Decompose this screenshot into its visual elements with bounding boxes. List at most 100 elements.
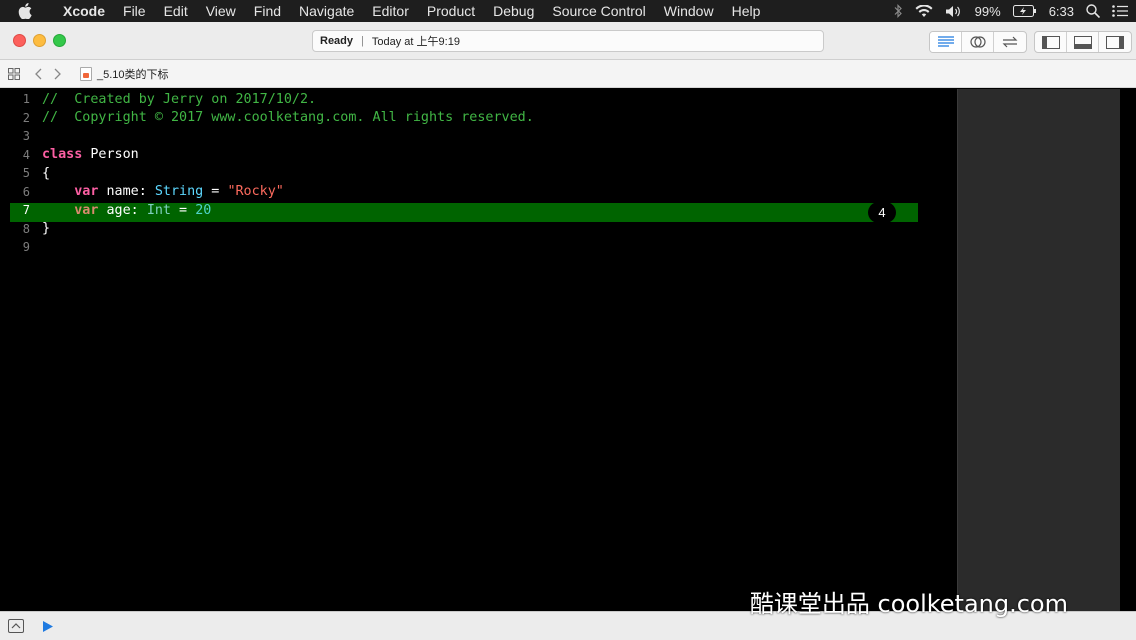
standard-editor-button[interactable] [930, 32, 962, 52]
line-number: 8 [22, 221, 30, 236]
swift-file-icon [80, 66, 92, 81]
editor-scrollbar[interactable] [1120, 89, 1136, 611]
code-token: // Created by Jerry on 2017/10/2. [42, 91, 317, 107]
menu-find[interactable]: Find [245, 3, 290, 19]
menu-edit[interactable]: Edit [155, 3, 197, 19]
utilities-panel-icon [1106, 35, 1124, 49]
menu-app-name[interactable]: Xcode [54, 3, 114, 19]
menu-debug[interactable]: Debug [484, 3, 543, 19]
line-code: class Person [42, 147, 139, 162]
code-token: = [203, 184, 228, 200]
line-number: 7 [22, 203, 30, 218]
code-token: age: [98, 202, 147, 218]
menu-product[interactable]: Product [418, 3, 484, 19]
line-code: // Created by Jerry on 2017/10/2. [42, 92, 316, 107]
menu-editor[interactable]: Editor [363, 3, 418, 19]
activity-viewer: Ready | Today at 上午9:19 [312, 30, 824, 52]
zoom-window-button[interactable] [53, 34, 66, 47]
list-icon[interactable] [1112, 5, 1128, 17]
battery-percent: 99% [974, 3, 1001, 19]
build-status: Ready [320, 35, 354, 47]
code-token: 20 [195, 202, 212, 218]
menu-view[interactable]: View [197, 3, 245, 19]
wifi-icon[interactable] [915, 4, 933, 18]
view-toggle-group [1034, 31, 1132, 53]
version-editor-button[interactable] [994, 32, 1026, 52]
back-chevron-icon[interactable] [34, 68, 42, 80]
clock[interactable]: 6:33 [1049, 4, 1074, 19]
menu-file[interactable]: File [114, 3, 155, 19]
line-number: 3 [22, 129, 30, 144]
version-editor-icon [1002, 36, 1018, 48]
menu-source-control[interactable]: Source Control [543, 3, 654, 19]
toggle-utilities-button[interactable] [1099, 32, 1131, 52]
highlight-count-badge: 4 [868, 202, 896, 223]
jump-bar-file-name[interactable]: _5.10类的下标 [97, 66, 169, 82]
code-token: Person [82, 147, 139, 163]
search-icon[interactable] [1086, 4, 1100, 18]
code-token: Int [146, 202, 171, 218]
related-items-icon[interactable] [8, 67, 20, 80]
line-number: 5 [22, 166, 30, 181]
watermark: 酷课堂出品 coolketang.com [749, 590, 1068, 618]
debug-panel-icon [1073, 35, 1092, 49]
editor-mode-group [929, 31, 1027, 53]
play-icon [43, 620, 53, 632]
line-code: // Copyright © 2017 www.coolketang.com. … [42, 110, 534, 125]
code-line[interactable]: 4 class Person [0, 146, 957, 165]
menu-window[interactable]: Window [655, 3, 723, 19]
standard-editor-icon [937, 36, 954, 47]
status-separator: | [361, 35, 364, 47]
run-button[interactable] [42, 620, 54, 633]
code-token: "Rocky" [227, 184, 284, 200]
code-token: name: [98, 184, 155, 200]
minimize-window-button[interactable] [33, 34, 46, 47]
code-token: // Copyright © 2017 www.coolketang.com. … [42, 110, 534, 126]
code-line[interactable]: 6 var name: String = "Rocky" [0, 183, 957, 202]
code-line[interactable]: 3 [0, 127, 957, 146]
line-code: } [42, 221, 50, 236]
code-line[interactable]: 2 // Copyright © 2017 www.coolketang.com.… [0, 109, 957, 128]
code-line[interactable]: 5{ [0, 164, 957, 183]
volume-icon[interactable] [945, 5, 963, 18]
line-code: var age: Int = 20 [42, 203, 211, 218]
menu-help[interactable]: Help [723, 3, 770, 19]
code-line[interactable]: 7 var age: Int = 20 [0, 201, 957, 220]
menu-navigate[interactable]: Navigate [290, 3, 363, 19]
assistant-editor-button[interactable] [962, 32, 994, 52]
assistant-editor-icon [969, 36, 986, 48]
code-line[interactable]: 8} [0, 220, 957, 239]
line-number: 9 [22, 240, 30, 255]
build-status-detail: Today at 上午9:19 [371, 36, 460, 48]
line-number: 6 [22, 184, 30, 199]
hide-debug-icon [11, 623, 21, 629]
code-token: = [171, 202, 196, 218]
line-code: var name: String = "Rocky" [42, 184, 284, 199]
forward-chevron-icon[interactable] [54, 68, 62, 80]
minimap-pane [957, 89, 1120, 611]
line-number: 1 [22, 92, 30, 107]
code-token: } [42, 221, 51, 237]
code-line[interactable]: 1 // Created by Jerry on 2017/10/2. [0, 90, 957, 109]
window-toolbar: Ready | Today at 上午9:19 [0, 22, 1136, 60]
code-token: String [154, 184, 204, 200]
toggle-debug-area-button[interactable] [1067, 32, 1099, 52]
toggle-navigator-button[interactable] [1035, 32, 1067, 52]
source-editor[interactable]: 1 // Created by Jerry on 2017/10/2. 2 // Co… [0, 89, 957, 611]
battery-icon[interactable] [1012, 5, 1037, 17]
status-area: 99% 6:33 [893, 0, 1128, 22]
jump-bar: _5.10类的下标 [0, 60, 1136, 88]
code-token: var [74, 202, 99, 218]
apple-icon[interactable] [18, 3, 40, 19]
line-number: 2 [22, 110, 30, 125]
line-code: { [42, 166, 50, 181]
code-token: var [74, 184, 99, 200]
code-token: { [42, 165, 51, 181]
navigator-panel-icon [1041, 35, 1060, 49]
code-line[interactable]: 9 [0, 238, 957, 257]
line-number: 4 [22, 147, 30, 162]
bluetooth-icon[interactable] [893, 4, 903, 18]
hide-debug-area-button[interactable] [8, 619, 24, 633]
close-window-button[interactable] [13, 34, 26, 47]
